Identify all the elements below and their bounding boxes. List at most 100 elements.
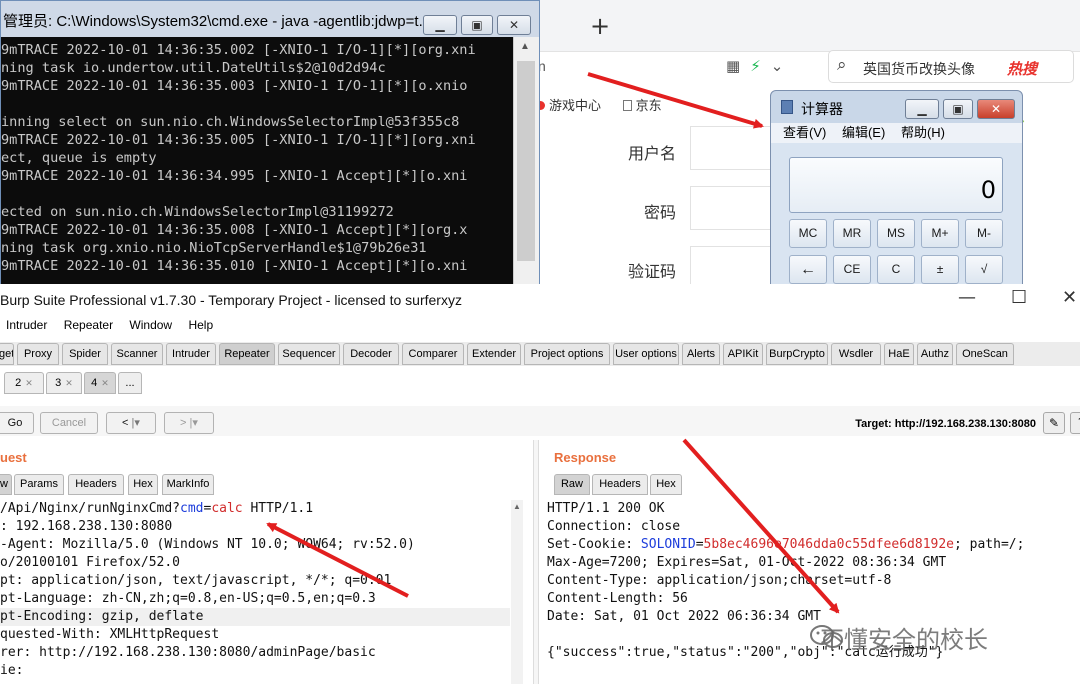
scroll-up-icon[interactable]: ▲ [513, 502, 521, 511]
menu-help[interactable]: 帮助(H) [901, 125, 945, 140]
menu-repeater[interactable]: Repeater [64, 318, 113, 332]
lightning-icon[interactable]: ⚡ [750, 57, 761, 75]
tool-tab-scanner[interactable]: Scanner [111, 343, 163, 365]
search-box[interactable]: ⌕ 英国货币改换头像 热搜 [828, 50, 1074, 83]
tool-tab-project-options[interactable]: Project options [524, 343, 610, 365]
menu-view[interactable]: 查看(V) [783, 125, 826, 140]
console-scrollbar[interactable]: ▲ [513, 37, 539, 289]
response-tab-raw[interactable]: Raw [554, 474, 590, 495]
tool-tab-comparer[interactable]: Comparer [402, 343, 464, 365]
search-query[interactable]: 英国货币改换头像 [863, 59, 975, 79]
menu-intruder[interactable]: Intruder [6, 318, 47, 332]
edit-target-button[interactable]: ✎ [1043, 412, 1065, 434]
pane-divider[interactable] [533, 440, 539, 684]
maximize-button[interactable]: ▣ [461, 15, 493, 35]
console-line: ning task org.xnio.nio.NioTcpServerHandl… [1, 240, 427, 256]
request-scrollbar[interactable]: ▲ [511, 500, 523, 684]
key-sqrt[interactable]: √ [965, 255, 1003, 284]
burp-minimize-icon[interactable]: — [958, 287, 976, 308]
display-value: 0 [980, 176, 996, 204]
cancel-button[interactable]: Cancel [40, 412, 98, 434]
menu-edit[interactable]: 编辑(E) [842, 125, 885, 140]
request-tab-params[interactable]: Params [14, 474, 64, 495]
burp-title: Burp Suite Professional v1.7.30 - Tempor… [0, 292, 462, 308]
password-input[interactable] [690, 186, 780, 230]
response-tab-hex[interactable]: Hex [650, 474, 682, 495]
key-plus-minus[interactable]: ± [921, 255, 959, 284]
back-button[interactable]: < |▾ [106, 412, 156, 434]
forward-button[interactable]: > |▾ [164, 412, 214, 434]
hot-search-label[interactable]: 热搜 [1007, 58, 1037, 79]
request-tab-hex[interactable]: Hex [128, 474, 158, 495]
request-editor[interactable]: /Api/Nginx/runNginxCmd?cmd=calc HTTP/1.1… [0, 500, 510, 680]
tool-tab-get[interactable]: get [0, 343, 14, 365]
tool-tab-apikit[interactable]: APIKit [723, 343, 763, 365]
bookmark-jd[interactable]: 京东 [622, 98, 662, 113]
console-line: 9mTRACE 2022-10-01 14:36:35.005 [-XNIO-1… [1, 132, 476, 148]
key-mr[interactable]: MR [833, 219, 871, 248]
cmd-titlebar[interactable]: 管理员: C:\Windows\System32\cmd.exe - java … [1, 1, 539, 37]
scroll-thumb[interactable] [517, 61, 535, 261]
repeater-tab-3[interactable]: 3 ✕ [46, 372, 82, 394]
tool-tab-extender[interactable]: Extender [467, 343, 521, 365]
calculator-titlebar[interactable]: 计算器 ▁ ▣ ✕ [771, 91, 1022, 123]
browser-tab-strip: + [540, 0, 1080, 52]
tool-tab-user-options[interactable]: User options [613, 343, 679, 365]
response-tab-headers[interactable]: Headers [592, 474, 648, 495]
console-line: 9mTRACE 2022-10-01 14:36:35.010 [-XNIO-1… [1, 258, 468, 274]
key-c[interactable]: C [877, 255, 915, 284]
tool-tab-spider[interactable]: Spider [62, 343, 108, 365]
captcha-label: 验证码 [628, 264, 677, 281]
key-m-minus[interactable]: M- [965, 219, 1003, 248]
minimize-button[interactable]: ▁ [423, 15, 457, 35]
chevron-down-icon[interactable]: ⌄ [771, 57, 784, 75]
burp-titlebar[interactable]: Burp Suite Professional v1.7.30 - Tempor… [0, 284, 1080, 316]
tool-tab-intruder[interactable]: Intruder [166, 343, 216, 365]
key-m-plus[interactable]: M+ [921, 219, 959, 248]
tool-tab-wsdler[interactable]: Wsdler [831, 343, 881, 365]
key-mc[interactable]: MC [789, 219, 827, 248]
username-input[interactable] [690, 126, 780, 170]
tool-tab-repeater[interactable]: Repeater [219, 343, 275, 365]
burp-maximize-icon[interactable]: ☐ [1011, 287, 1027, 308]
console-line: ect, queue is empty [1, 150, 157, 166]
tool-tab-onescan[interactable]: OneScan [956, 343, 1014, 365]
tool-tab-authz[interactable]: Authz [917, 343, 953, 365]
calc-maximize-button[interactable]: ▣ [943, 99, 973, 119]
key-ms[interactable]: MS [877, 219, 915, 248]
key-ce[interactable]: CE [833, 255, 871, 284]
calc-close-button[interactable]: ✕ [977, 99, 1015, 119]
response-pane-title: Response [554, 450, 617, 465]
pencil-icon: ✎ [1048, 416, 1060, 430]
tool-tab-decoder[interactable]: Decoder [343, 343, 399, 365]
repeater-tab-2[interactable]: 2 ✕ [4, 372, 44, 394]
address-bar-icons: ▦ ⚡ ⌄ [726, 57, 783, 75]
go-button[interactable]: Go [0, 412, 34, 434]
request-tab-markinfo[interactable]: MarkInfo [162, 474, 214, 495]
help-button[interactable]: ? [1070, 412, 1080, 434]
menu-window[interactable]: Window [129, 318, 172, 332]
tool-tab-alerts[interactable]: Alerts [682, 343, 720, 365]
tool-tab-proxy[interactable]: Proxy [17, 343, 59, 365]
calculator-title: 计算器 [801, 101, 843, 117]
bookmark-game-center[interactable]: 游戏中心 [536, 98, 601, 113]
key-backspace[interactable]: ← [789, 255, 827, 284]
response-status: HTTP/1.1 200 OK [547, 501, 665, 516]
request-pane-title: uest [0, 450, 27, 465]
tool-tab-sequencer[interactable]: Sequencer [278, 343, 340, 365]
repeater-tab-new[interactable]: ... [118, 372, 142, 394]
repeater-tab-4[interactable]: 4 ✕ [84, 372, 116, 394]
close-tab-icon: ✕ [65, 378, 73, 388]
calc-minimize-button[interactable]: ▁ [905, 99, 939, 119]
tool-tab-burpcrypto[interactable]: BurpCrypto [766, 343, 828, 365]
target-label: Target: http://192.168.238.130:8080 [855, 418, 1036, 430]
new-tab-button[interactable]: + [590, 12, 610, 40]
qr-code-icon[interactable]: ▦ [726, 57, 740, 75]
request-tab-headers[interactable]: Headers [68, 474, 124, 495]
scroll-up-icon[interactable]: ▲ [520, 41, 530, 52]
tool-tab-hae[interactable]: HaE [884, 343, 914, 365]
burp-close-icon[interactable]: ✕ [1062, 287, 1077, 308]
menu-help[interactable]: Help [188, 318, 213, 332]
request-tab-raw[interactable]: w [0, 474, 12, 495]
close-button[interactable]: ✕ [497, 15, 531, 35]
